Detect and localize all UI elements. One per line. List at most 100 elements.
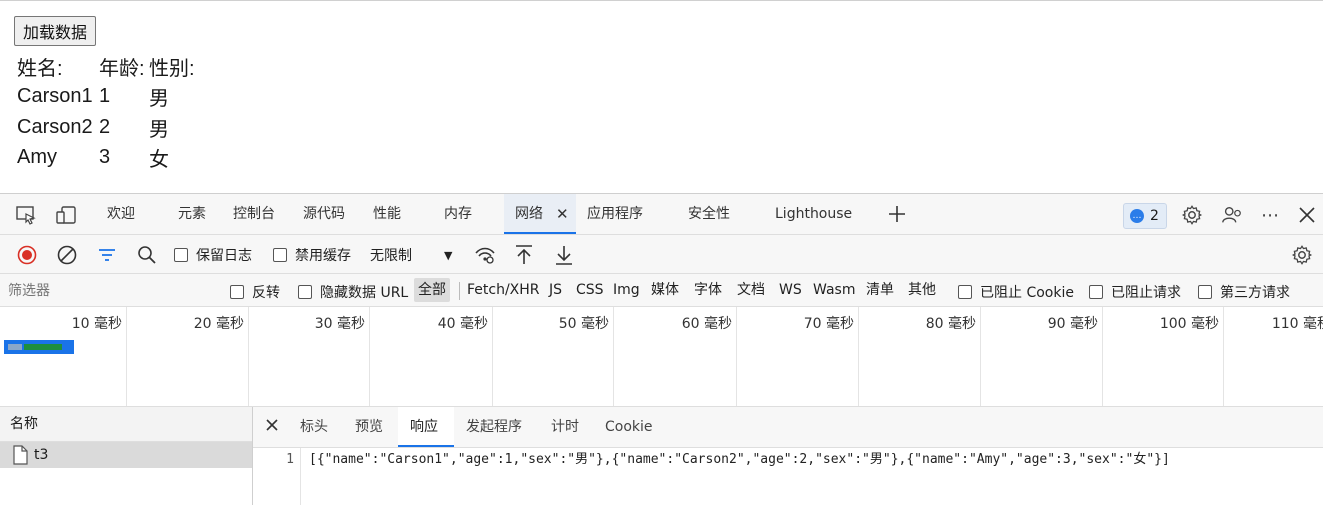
filter-type-css[interactable]: CSS xyxy=(576,278,604,302)
filter-type-font[interactable]: 字体 xyxy=(694,278,722,302)
line-number: 1 xyxy=(286,452,294,467)
filter-type-img[interactable]: Img xyxy=(613,278,640,302)
timeline-tick: 60 毫秒 xyxy=(614,307,737,406)
tick-label: 100 毫秒 xyxy=(1159,316,1219,332)
tab-network-label: 网络 xyxy=(515,206,543,222)
tick-label: 110 毫秒 xyxy=(1271,316,1323,332)
inspect-element-icon[interactable] xyxy=(14,204,38,226)
disable-cache-checkbox[interactable]: 禁用缓存 xyxy=(273,245,351,265)
table-row: Carson2 2 男 xyxy=(15,112,211,143)
tick-label: 60 毫秒 xyxy=(681,316,732,332)
more-tools-plus-icon[interactable] xyxy=(885,202,909,226)
disable-cache-label: 禁用缓存 xyxy=(295,248,351,264)
network-conditions-icon[interactable] xyxy=(474,244,496,266)
timeline-tick: 40 毫秒 xyxy=(370,307,493,406)
record-stop-icon[interactable] xyxy=(16,244,38,266)
blocked-cookies-checkbox[interactable]: 已阻止 Cookie xyxy=(958,282,1074,302)
people-table: 姓名: 年龄: 性别: Carson1 1 男 Carson2 2 男 Amy … xyxy=(15,51,211,173)
tab-response-label: 响应 xyxy=(410,419,438,435)
tab-performance[interactable]: 性能 xyxy=(373,194,401,234)
tab-response[interactable]: 响应 xyxy=(398,407,454,447)
preserve-log-label: 保留日志 xyxy=(196,248,252,264)
header-name: 姓名: xyxy=(17,57,63,80)
more-options-icon[interactable]: ⋯ xyxy=(1258,203,1282,227)
document-icon xyxy=(12,445,28,474)
throttling-select[interactable]: 无限制 ▼ xyxy=(370,245,458,265)
tab-headers[interactable]: 标头 xyxy=(300,407,328,447)
filter-type-js[interactable]: JS xyxy=(549,278,562,302)
cell-sex: 男 xyxy=(149,118,169,141)
preserve-log-checkbox[interactable]: 保留日志 xyxy=(174,245,252,265)
list-item[interactable]: t3 xyxy=(0,442,252,468)
cell-age: 1 xyxy=(99,85,111,108)
response-code-line[interactable]: [{"name":"Carson1","age":1,"sex":"男"},{"… xyxy=(309,448,1170,472)
clear-icon[interactable] xyxy=(56,244,78,266)
request-detail-panel: 标头 预览 响应 发起程序 计时 Cookie 1 [{"name":"Cars… xyxy=(253,407,1323,505)
tab-console[interactable]: 控制台 xyxy=(233,194,275,234)
blocked-requests-checkbox[interactable]: 已阻止请求 xyxy=(1089,282,1181,302)
search-icon[interactable] xyxy=(136,244,158,266)
settings-gear-icon[interactable] xyxy=(1180,203,1204,227)
close-tab-icon[interactable]: ✕ xyxy=(556,194,569,234)
filter-input[interactable] xyxy=(6,278,215,304)
checkbox-box xyxy=(230,285,244,299)
table-header-row: 姓名: 年龄: 性别: xyxy=(15,51,211,82)
customize-profiles-icon[interactable] xyxy=(1220,203,1244,227)
response-body-viewer[interactable]: 1 [{"name":"Carson1","age":1,"sex":"男"},… xyxy=(253,448,1323,505)
request-list: 名称 t3 xyxy=(0,407,253,505)
throttling-value: 无限制 xyxy=(370,248,412,264)
filter-type-doc[interactable]: 文档 xyxy=(737,278,765,302)
filter-type-all[interactable]: 全部 xyxy=(414,278,450,302)
network-toolbar: 保留日志 禁用缓存 无限制 ▼ xyxy=(0,235,1323,274)
close-devtools-icon[interactable] xyxy=(1295,203,1319,227)
filter-type-fetch-xhr[interactable]: Fetch/XHR xyxy=(467,278,540,302)
tab-network[interactable]: 网络 ✕ xyxy=(504,194,576,234)
cell-sex: 男 xyxy=(149,88,169,111)
filter-icon[interactable] xyxy=(96,244,118,266)
import-har-upload-icon[interactable] xyxy=(513,243,535,267)
tab-welcome[interactable]: 欢迎 xyxy=(107,194,135,234)
tab-elements[interactable]: 元素 xyxy=(178,194,206,234)
filter-type-ws[interactable]: WS xyxy=(779,278,802,302)
tab-application[interactable]: 应用程序 xyxy=(587,194,643,234)
invert-checkbox[interactable]: 反转 xyxy=(230,282,280,302)
dropdown-arrow-icon: ▼ xyxy=(444,248,453,262)
tab-sources[interactable]: 源代码 xyxy=(303,194,345,234)
timeline-tick: 20 毫秒 xyxy=(127,307,249,406)
hide-data-urls-checkbox[interactable]: 隐藏数据 URL xyxy=(298,282,408,302)
export-har-download-icon[interactable] xyxy=(553,243,575,267)
load-data-button[interactable]: 加载数据 xyxy=(14,16,97,46)
network-overview-timeline[interactable]: 10 毫秒 20 毫秒 30 毫秒 40 毫秒 50 毫秒 60 毫秒 70 毫… xyxy=(0,307,1323,407)
filter-type-manifest[interactable]: 清单 xyxy=(866,278,894,302)
tick-label: 80 毫秒 xyxy=(925,316,976,332)
tab-lighthouse[interactable]: Lighthouse xyxy=(775,194,852,234)
filter-type-wasm[interactable]: Wasm xyxy=(813,278,855,302)
filter-type-media[interactable]: 媒体 xyxy=(651,278,679,302)
timeline-tick: 50 毫秒 xyxy=(493,307,614,406)
device-emulation-icon[interactable] xyxy=(54,204,78,226)
filter-type-other[interactable]: 其他 xyxy=(908,278,936,302)
tab-security[interactable]: 安全性 xyxy=(688,194,730,234)
separator xyxy=(459,282,460,300)
header-age: 年龄: xyxy=(99,57,145,80)
tab-preview[interactable]: 预览 xyxy=(355,407,383,447)
checkbox-box xyxy=(958,285,972,299)
third-party-checkbox[interactable]: 第三方请求 xyxy=(1198,282,1290,302)
close-detail-icon[interactable] xyxy=(265,418,279,436)
tab-memory[interactable]: 内存 xyxy=(444,194,472,234)
cell-sex: 女 xyxy=(149,149,169,172)
tick-label: 30 毫秒 xyxy=(314,316,365,332)
tab-timing[interactable]: 计时 xyxy=(551,407,579,447)
name-column-header[interactable]: 名称 xyxy=(0,407,252,442)
timeline-tick: 80 毫秒 xyxy=(859,307,981,406)
waterfall-selection xyxy=(4,340,74,354)
tick-label: 70 毫秒 xyxy=(803,316,854,332)
issues-badge[interactable]: … 2 xyxy=(1123,203,1167,229)
invert-label: 反转 xyxy=(252,285,280,301)
detail-tabbar: 标头 预览 响应 发起程序 计时 Cookie xyxy=(253,407,1323,448)
tab-initiator[interactable]: 发起程序 xyxy=(466,407,522,447)
timeline-tick: 30 毫秒 xyxy=(249,307,370,406)
tab-cookies[interactable]: Cookie xyxy=(605,407,653,447)
header-sex: 性别: xyxy=(149,57,195,80)
network-settings-gear-icon[interactable] xyxy=(1290,243,1314,267)
